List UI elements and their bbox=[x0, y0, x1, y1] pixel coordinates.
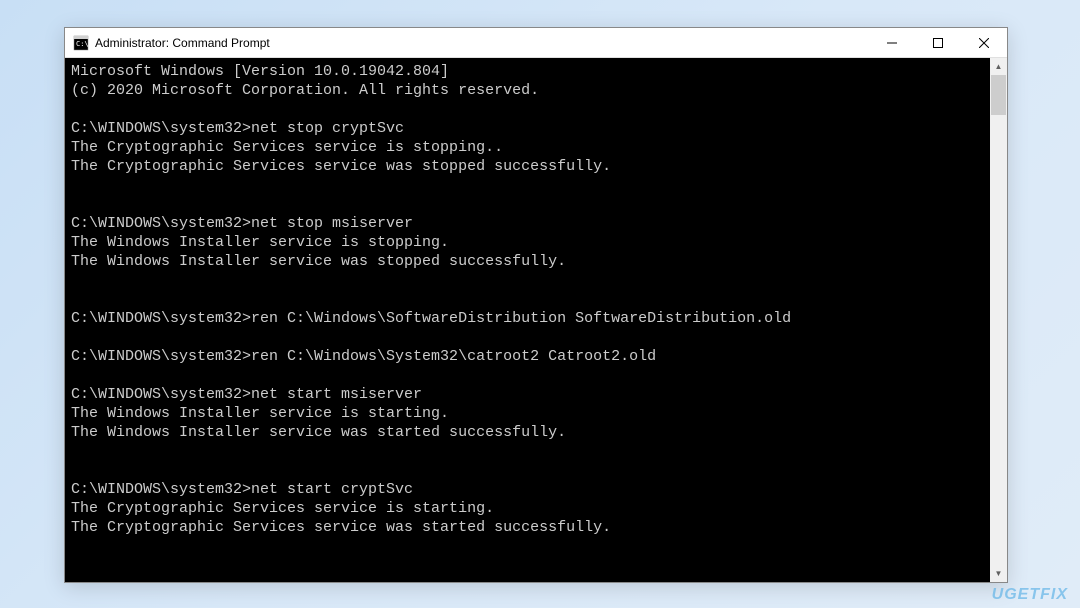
watermark: UGETFIX bbox=[992, 586, 1068, 604]
close-button[interactable] bbox=[961, 28, 1007, 57]
maximize-button[interactable] bbox=[915, 28, 961, 57]
svg-text:C:\: C:\ bbox=[76, 40, 89, 48]
terminal-output[interactable]: Microsoft Windows [Version 10.0.19042.80… bbox=[65, 58, 990, 582]
terminal-body: Microsoft Windows [Version 10.0.19042.80… bbox=[65, 58, 1007, 582]
command-prompt-window: C:\ Administrator: Command Prompt Micros… bbox=[64, 27, 1008, 583]
scrollbar[interactable]: ▲ ▼ bbox=[990, 58, 1007, 582]
window-title: Administrator: Command Prompt bbox=[95, 36, 869, 50]
titlebar-buttons bbox=[869, 28, 1007, 57]
scrollbar-thumb[interactable] bbox=[991, 75, 1006, 115]
titlebar[interactable]: C:\ Administrator: Command Prompt bbox=[65, 28, 1007, 58]
minimize-button[interactable] bbox=[869, 28, 915, 57]
cmd-icon: C:\ bbox=[73, 35, 89, 51]
scrollbar-down-button[interactable]: ▼ bbox=[990, 565, 1007, 582]
scrollbar-up-button[interactable]: ▲ bbox=[990, 58, 1007, 75]
